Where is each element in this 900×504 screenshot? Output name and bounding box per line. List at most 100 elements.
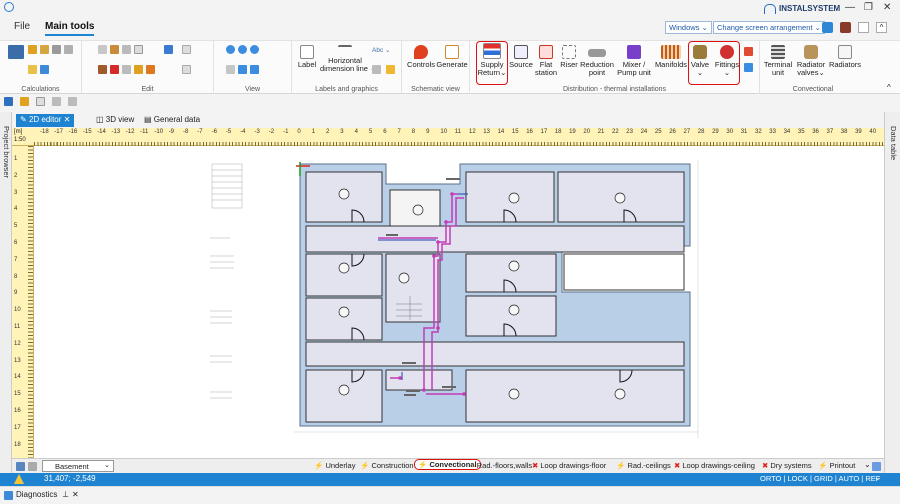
export-icon[interactable] [64, 45, 73, 54]
layer-tab[interactable]: ▫ Rad.-floors,walls [472, 461, 532, 470]
screen-arrangement-dropdown[interactable]: Change screen arrangement ⌄ [713, 21, 825, 34]
print-icon[interactable] [52, 45, 61, 54]
text-style-dropdown[interactable]: Abc ⌄ [372, 46, 390, 54]
layer-tab[interactable]: ✖ Loop drawings-ceiling [674, 461, 755, 470]
layout-icon[interactable] [822, 22, 833, 33]
layer-settings-icon[interactable] [872, 462, 881, 471]
graphic-icon[interactable] [386, 65, 395, 74]
tab-close-icon[interactable]: ✕ [61, 115, 71, 124]
layer-on-icon[interactable]: ⚡ [418, 460, 429, 469]
radiators-button[interactable]: Radiators [828, 45, 862, 69]
label-button[interactable]: Label [294, 45, 320, 69]
paste-icon[interactable] [110, 45, 119, 54]
floor-plan[interactable] [34, 146, 884, 458]
corridor-2 [305, 341, 685, 367]
diagnostics-close-icon[interactable]: ✕ [72, 490, 79, 499]
list-icon[interactable] [28, 65, 37, 74]
save-icon[interactable] [4, 97, 13, 106]
distribution-extra2-icon[interactable] [744, 63, 753, 72]
group-objects-icon[interactable] [134, 65, 143, 74]
close-button[interactable]: ✕ [883, 2, 891, 13]
radiator-valves-button[interactable]: Radiator valves⌄ [794, 45, 828, 77]
snap-icon[interactable] [182, 65, 191, 74]
project-browser-label[interactable]: Project browser [2, 126, 11, 178]
settings-icon[interactable] [840, 22, 851, 33]
controls-button[interactable]: Controls [406, 45, 436, 69]
drafting-modes[interactable]: ORTO | LOCK | GRID | AUTO | REF [760, 474, 880, 483]
level-dropdown-icon[interactable]: ⌄ [104, 461, 110, 469]
data-table-sidebar[interactable]: Data table [884, 112, 900, 486]
windows-dropdown[interactable]: Windows ⌄ [665, 21, 712, 34]
new-icon[interactable] [36, 97, 45, 106]
report-icon[interactable] [40, 45, 49, 54]
pan-icon[interactable] [226, 65, 235, 74]
layer-off-icon[interactable]: ✖ [674, 461, 682, 470]
tab-2d-editor[interactable]: ✎ 2D editor ✕ [16, 114, 75, 127]
layer-tab[interactable]: ⚡ Convectional [414, 459, 481, 470]
warning-icon[interactable] [14, 474, 24, 484]
tab-general-data[interactable]: ▤ General data [140, 114, 204, 127]
diagnostics-pin-icon[interactable]: ⊥ [62, 490, 69, 499]
layer-off-icon[interactable]: ✖ [532, 461, 540, 470]
layer-on-icon[interactable]: ▫ [472, 461, 477, 470]
layer-off-icon[interactable]: ✖ [762, 461, 770, 470]
duplicate-icon[interactable] [122, 45, 131, 54]
copy-icon[interactable] [98, 45, 107, 54]
layers-icon[interactable] [146, 65, 155, 74]
menu-file[interactable]: File [14, 21, 30, 32]
frame-icon[interactable] [134, 45, 143, 54]
generate-button[interactable]: Generate [436, 45, 468, 69]
status-dropdown-icon[interactable]: ⌄ [874, 473, 881, 482]
project-browser-sidebar[interactable]: Project browser [0, 112, 12, 486]
layer-on-icon[interactable]: ⚡ [360, 461, 371, 470]
layer-tab[interactable]: ✖ Loop drawings-floor [532, 461, 606, 470]
zoom-in-icon[interactable] [226, 45, 235, 54]
ribbon-collapse-icon[interactable]: ^ [887, 83, 891, 92]
source-button[interactable]: Source [508, 45, 534, 69]
qat-undo-icon[interactable] [52, 97, 61, 106]
cut-icon[interactable] [98, 65, 107, 74]
align-icon[interactable] [182, 45, 191, 54]
flat-station-button[interactable]: Flat station [534, 45, 558, 77]
terminal-unit-button[interactable]: Terminal unit [762, 45, 794, 77]
data-table-label[interactable]: Data table [889, 126, 898, 160]
zoom-all-icon[interactable] [250, 65, 259, 74]
drawing-canvas[interactable] [34, 146, 884, 458]
layer-more-icon[interactable]: ⌄ [864, 460, 871, 469]
layer-tab[interactable]: ⚡ Underlay [314, 461, 355, 470]
layer-tab[interactable]: ⚡ Construction [360, 461, 414, 470]
move-icon[interactable] [164, 45, 173, 54]
restore-button[interactable]: ❐ [864, 2, 873, 13]
undo-icon[interactable] [122, 65, 131, 74]
diagnostics-label[interactable]: Diagnostics [16, 490, 57, 499]
layer-on-icon[interactable]: ⚡ [818, 461, 829, 470]
distribution-extra-icon[interactable] [744, 47, 753, 56]
level-down-icon[interactable] [28, 462, 37, 471]
reduction-point-button[interactable]: Reduction point [580, 45, 614, 77]
zoom-window-icon[interactable] [250, 45, 259, 54]
folder-icon[interactable] [28, 45, 37, 54]
zoom-out-icon[interactable] [238, 45, 247, 54]
manifolds-button[interactable]: Manifolds [654, 45, 688, 69]
delete-icon[interactable] [110, 65, 119, 74]
help-icon[interactable] [858, 22, 869, 33]
layer-tab[interactable]: ⚡ Printout [818, 461, 855, 470]
horizontal-dimension-button[interactable]: Horizontal dimension line ⌄ [320, 45, 376, 73]
minimize-button[interactable]: — [845, 2, 855, 13]
table-icon[interactable] [40, 65, 49, 74]
layer-tab[interactable]: ⚡ Rad.-ceilings [616, 461, 671, 470]
mixer-pump-button[interactable]: Mixer / Pump unit [616, 45, 652, 77]
layer-on-icon[interactable]: ⚡ [314, 461, 325, 470]
image-icon[interactable] [372, 65, 381, 74]
calculate-icon[interactable] [8, 45, 24, 59]
collapse-ribbon-icon[interactable]: ^ [876, 22, 887, 33]
layer-tab[interactable]: ✖ Dry systems [762, 461, 812, 470]
open-icon[interactable] [20, 97, 29, 106]
layer-on-icon[interactable]: ⚡ [616, 461, 627, 470]
riser-button[interactable]: Riser [558, 45, 580, 69]
level-nav-icon[interactable] [16, 462, 25, 471]
zoom-extents-icon[interactable] [238, 65, 247, 74]
qat-redo-icon[interactable] [68, 97, 77, 106]
menu-main-tools[interactable]: Main tools [45, 21, 95, 36]
tab-3d-view[interactable]: ◫ 3D view [92, 114, 138, 127]
